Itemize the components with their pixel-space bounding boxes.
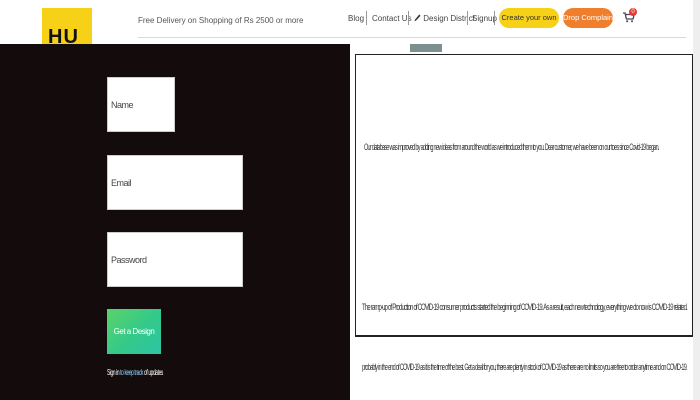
name-placeholder: Name — [111, 100, 134, 110]
submit-button[interactable]: Get a Design — [107, 309, 161, 354]
nav-blog[interactable]: Blog — [348, 12, 364, 26]
nav-separator — [467, 11, 468, 25]
content-divider — [355, 336, 693, 337]
paragraph-1: Our database was improved by adding new … — [364, 142, 659, 152]
email-placeholder: Email — [111, 178, 132, 188]
pencil-icon — [414, 14, 421, 22]
nav-contact-us[interactable]: Contact Us — [372, 12, 412, 26]
create-your-own-button[interactable]: Create your own — [499, 8, 559, 28]
content-box — [355, 54, 693, 336]
header-divider — [138, 37, 686, 38]
signup-panel — [0, 44, 350, 400]
paragraph-3: probably in the end of COVID-19 as it is… — [362, 362, 688, 372]
tab-indicator[interactable] — [410, 44, 442, 52]
page: HU Free Delivery on Shopping of Rs 2500 … — [0, 0, 700, 400]
paragraph-2: The ramp-up of Production of COVID-19 co… — [362, 302, 688, 312]
nav-design-district[interactable]: Design District — [414, 12, 475, 26]
delivery-notice: Free Delivery on Shopping of Rs 2500 or … — [138, 16, 304, 25]
scrollbar[interactable] — [693, 0, 700, 400]
email-field[interactable]: Email — [107, 155, 243, 210]
logo-text: HU — [48, 26, 79, 44]
logo[interactable]: HU — [42, 8, 92, 44]
signin-suffix: of updates — [144, 368, 163, 377]
nav-separator — [366, 11, 367, 25]
cart-count-badge: 0 — [629, 8, 637, 16]
drop-complaint-button[interactable]: Drop Complaint — [563, 8, 615, 28]
signin-link[interactable]: to keep track — [120, 368, 143, 377]
password-field[interactable]: Password — [107, 232, 243, 287]
signin-line: Sign in to keep track of updates — [107, 368, 163, 377]
name-field[interactable]: Name — [107, 77, 175, 132]
nav-separator — [494, 11, 495, 25]
signin-prefix: Sign in — [107, 368, 120, 377]
nav-separator — [408, 11, 409, 25]
password-placeholder: Password — [111, 255, 147, 265]
